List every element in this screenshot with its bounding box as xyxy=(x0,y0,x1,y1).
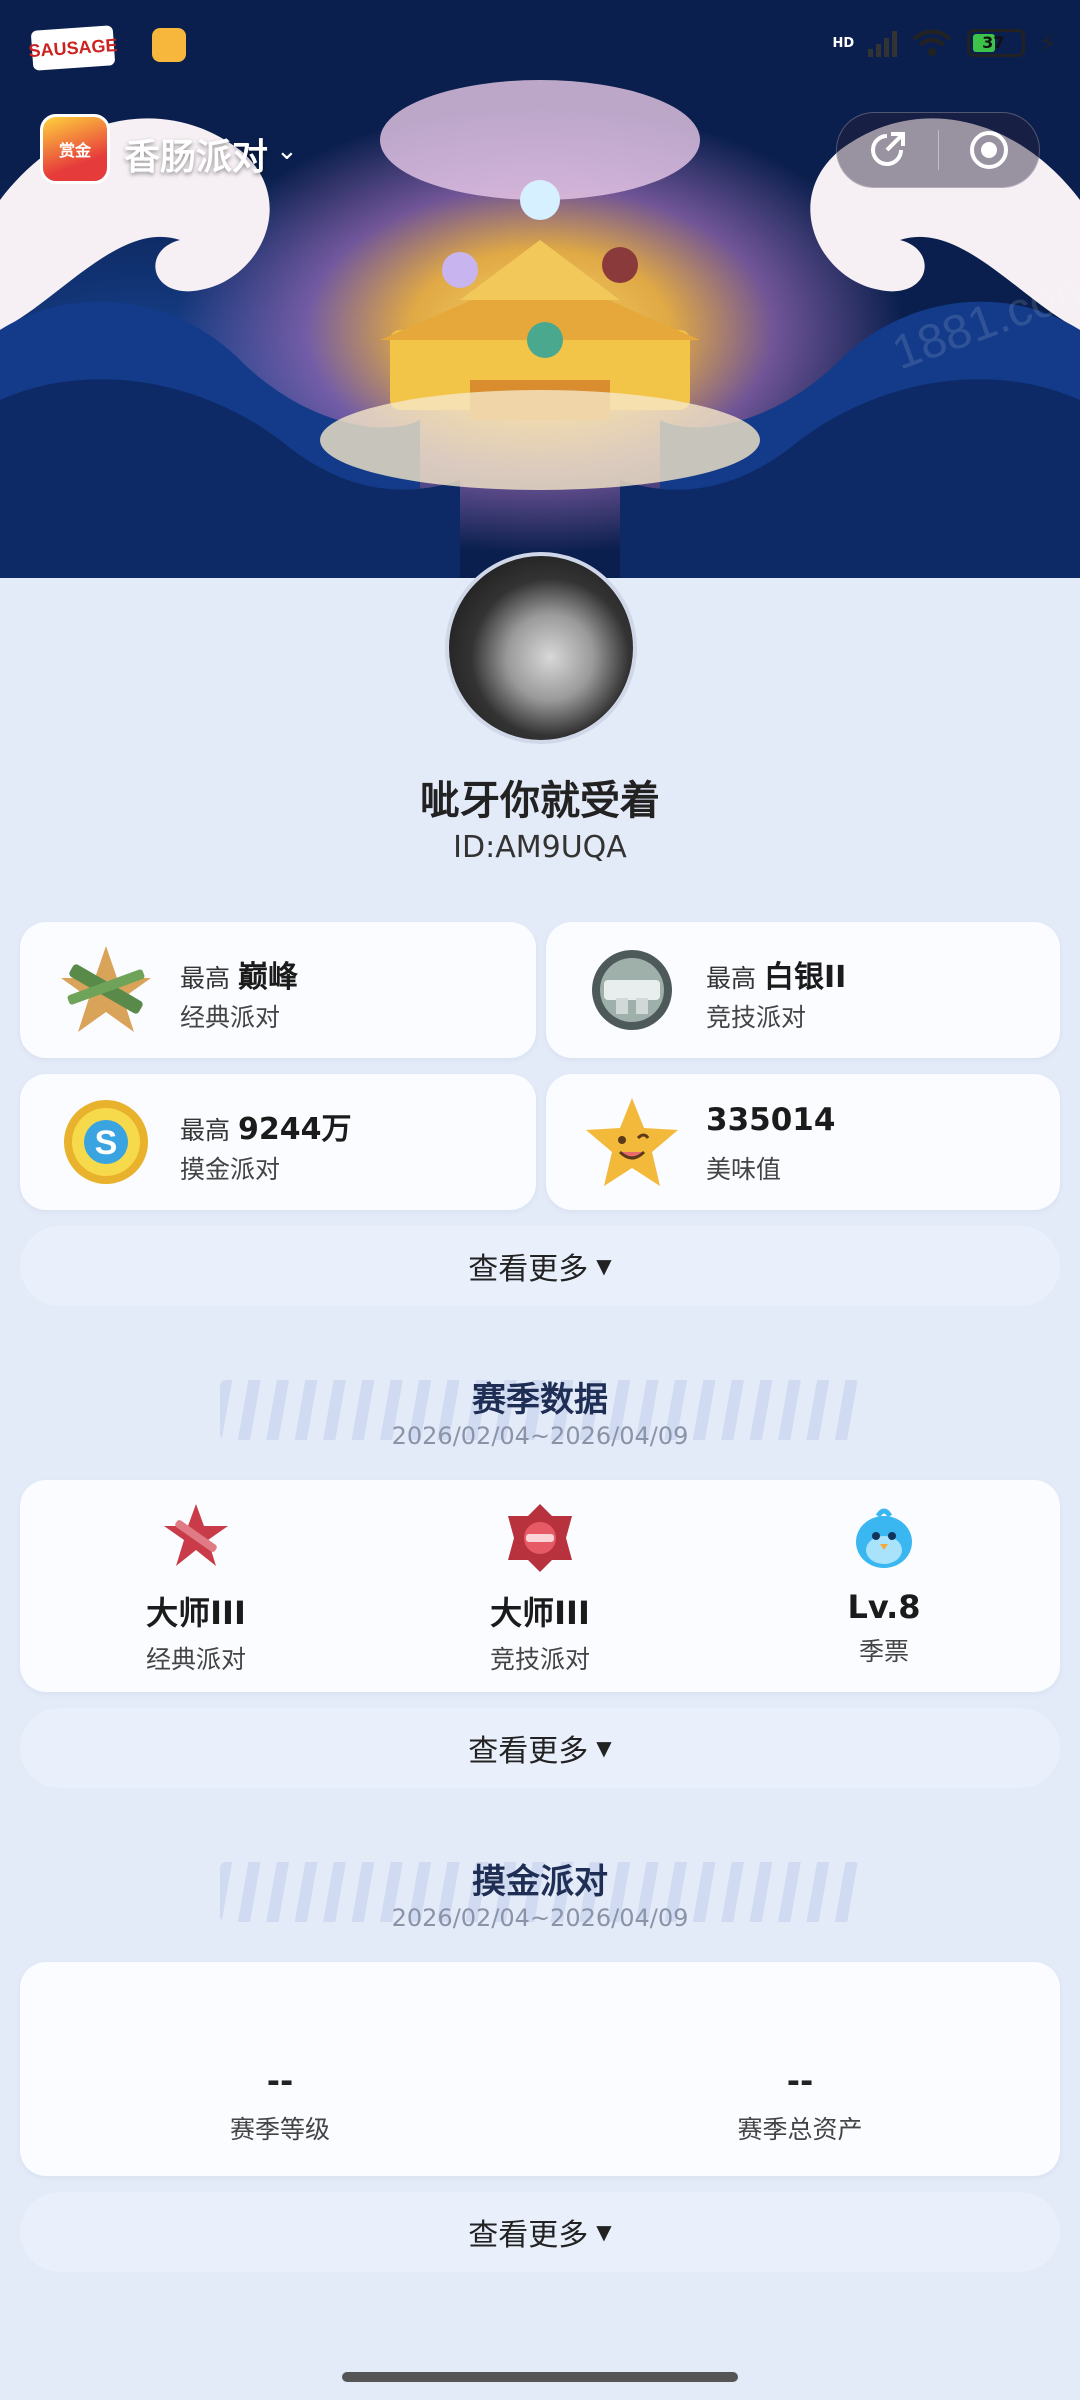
season-label: 竞技派对 xyxy=(489,1645,590,1674)
stat-card-taste[interactable]: 335014 美味值 xyxy=(546,1074,1060,1210)
season-value: 大师III xyxy=(146,1594,246,1632)
section-date-season: 2026/02/04~2026/04/09 xyxy=(391,1422,689,1450)
stat-card-competitive[interactable]: 最高 白银II 竞技派对 xyxy=(546,922,1060,1058)
stat-value: 白银II xyxy=(764,960,847,995)
signal-icon xyxy=(868,29,898,57)
silver-rank-icon xyxy=(592,950,672,1030)
gold-item-assets[interactable]: -- 赛季总资产 xyxy=(540,2062,1060,2146)
gold-label: 赛季等级 xyxy=(229,2115,330,2144)
view-more-label: 查看更多 xyxy=(468,2218,589,2253)
season-pass-bird-icon xyxy=(856,1508,912,1568)
app-icon-label: 赏金 xyxy=(58,141,91,160)
stat-prefix: 最高 xyxy=(180,1116,231,1145)
section-title-season: 赛季数据 xyxy=(472,1380,608,1420)
season-value: Lv.8 xyxy=(847,1588,921,1626)
network-type: HD xyxy=(832,35,855,51)
smiley-star-icon xyxy=(586,1098,678,1186)
battery-level: 37 xyxy=(982,33,1005,52)
notification-icon xyxy=(152,28,186,62)
banner-image: 1881.com xyxy=(0,0,1080,578)
season-item-classic[interactable]: 大师III 经典派对 xyxy=(26,1500,366,1676)
banner-art: 1881.com xyxy=(0,80,1080,578)
season-item-pass[interactable]: Lv.8 季票 xyxy=(714,1500,1054,1668)
master-classic-icon xyxy=(164,1504,228,1566)
charging-icon: ⚡ xyxy=(1039,29,1056,57)
crossed-guns-star-icon xyxy=(61,946,151,1032)
gold-label: 赛季总资产 xyxy=(737,2115,863,2144)
avatar[interactable] xyxy=(445,552,637,744)
triangle-down-icon: ▼ xyxy=(596,1254,612,1278)
gold-value: -- xyxy=(786,2062,814,2100)
nickname: 呲牙你就受着 xyxy=(420,778,660,824)
stat-label: 美味值 xyxy=(706,1155,782,1184)
mini-program-capsule xyxy=(836,112,1040,188)
stat-prefix: 最高 xyxy=(706,964,757,993)
view-more-label: 查看更多 xyxy=(468,1734,589,1769)
season-label: 经典派对 xyxy=(145,1645,246,1674)
app-icon[interactable]: 赏金 xyxy=(40,114,110,184)
sausage-logo: SAUSAGE xyxy=(28,25,118,71)
stat-prefix: 最高 xyxy=(180,964,231,993)
status-bar: SAUSAGE HD 37 ⚡ xyxy=(0,22,1080,72)
view-more-button-gold[interactable]: 查看更多 ▼ xyxy=(20,2192,1060,2272)
gold-item-level[interactable]: -- 赛季等级 xyxy=(20,2062,540,2146)
stat-value: 巅峰 xyxy=(238,960,299,995)
gold-party-card: -- 赛季等级 -- 赛季总资产 xyxy=(20,1962,1060,2176)
share-icon xyxy=(871,132,906,166)
master-competitive-icon xyxy=(508,1504,572,1572)
stat-card-gold[interactable]: S 最高 9244万 摸金派对 xyxy=(20,1074,536,1210)
share-button[interactable] xyxy=(837,112,938,188)
close-button[interactable] xyxy=(938,112,1039,188)
triangle-down-icon: ▼ xyxy=(596,2220,612,2244)
view-more-label: 查看更多 xyxy=(468,1252,589,1287)
user-id: ID:AM9UQA xyxy=(453,830,627,865)
wifi-icon xyxy=(912,29,952,56)
season-label: 季票 xyxy=(858,1637,909,1666)
gold-coin-icon: S xyxy=(64,1100,148,1184)
app-name[interactable]: 香肠派对 xyxy=(124,128,268,180)
stat-card-classic[interactable]: 最高 巅峰 经典派对 xyxy=(20,922,536,1058)
record-icon xyxy=(969,131,1008,169)
view-more-button-stats[interactable]: 查看更多 ▼ xyxy=(20,1226,1060,1306)
stat-label: 经典派对 xyxy=(180,1003,281,1032)
season-item-competitive[interactable]: 大师III 竞技派对 xyxy=(370,1500,710,1676)
view-more-button-season[interactable]: 查看更多 ▼ xyxy=(20,1708,1060,1788)
status-indicators: HD 37 ⚡ xyxy=(832,28,1056,58)
home-indicator[interactable] xyxy=(342,2372,738,2382)
triangle-down-icon: ▼ xyxy=(596,1736,612,1760)
season-card: 大师III 经典派对 大师III 竞技派对 Lv.8 季票 xyxy=(20,1480,1060,1692)
gold-value: -- xyxy=(266,2062,294,2100)
season-value: 大师III xyxy=(490,1594,590,1632)
battery-icon: 37 xyxy=(967,29,1026,57)
stat-value: 335014 xyxy=(706,1102,836,1138)
svg-text:S: S xyxy=(95,1124,118,1162)
section-title-gold: 摸金派对 xyxy=(472,1862,608,1902)
section-date-gold: 2026/02/04~2026/04/09 xyxy=(391,1904,689,1932)
stat-value: 9244万 xyxy=(238,1112,352,1147)
chevron-down-icon[interactable]: ⌄ xyxy=(276,136,298,166)
stat-label: 竞技派对 xyxy=(706,1003,807,1032)
stat-label: 摸金派对 xyxy=(180,1155,281,1184)
